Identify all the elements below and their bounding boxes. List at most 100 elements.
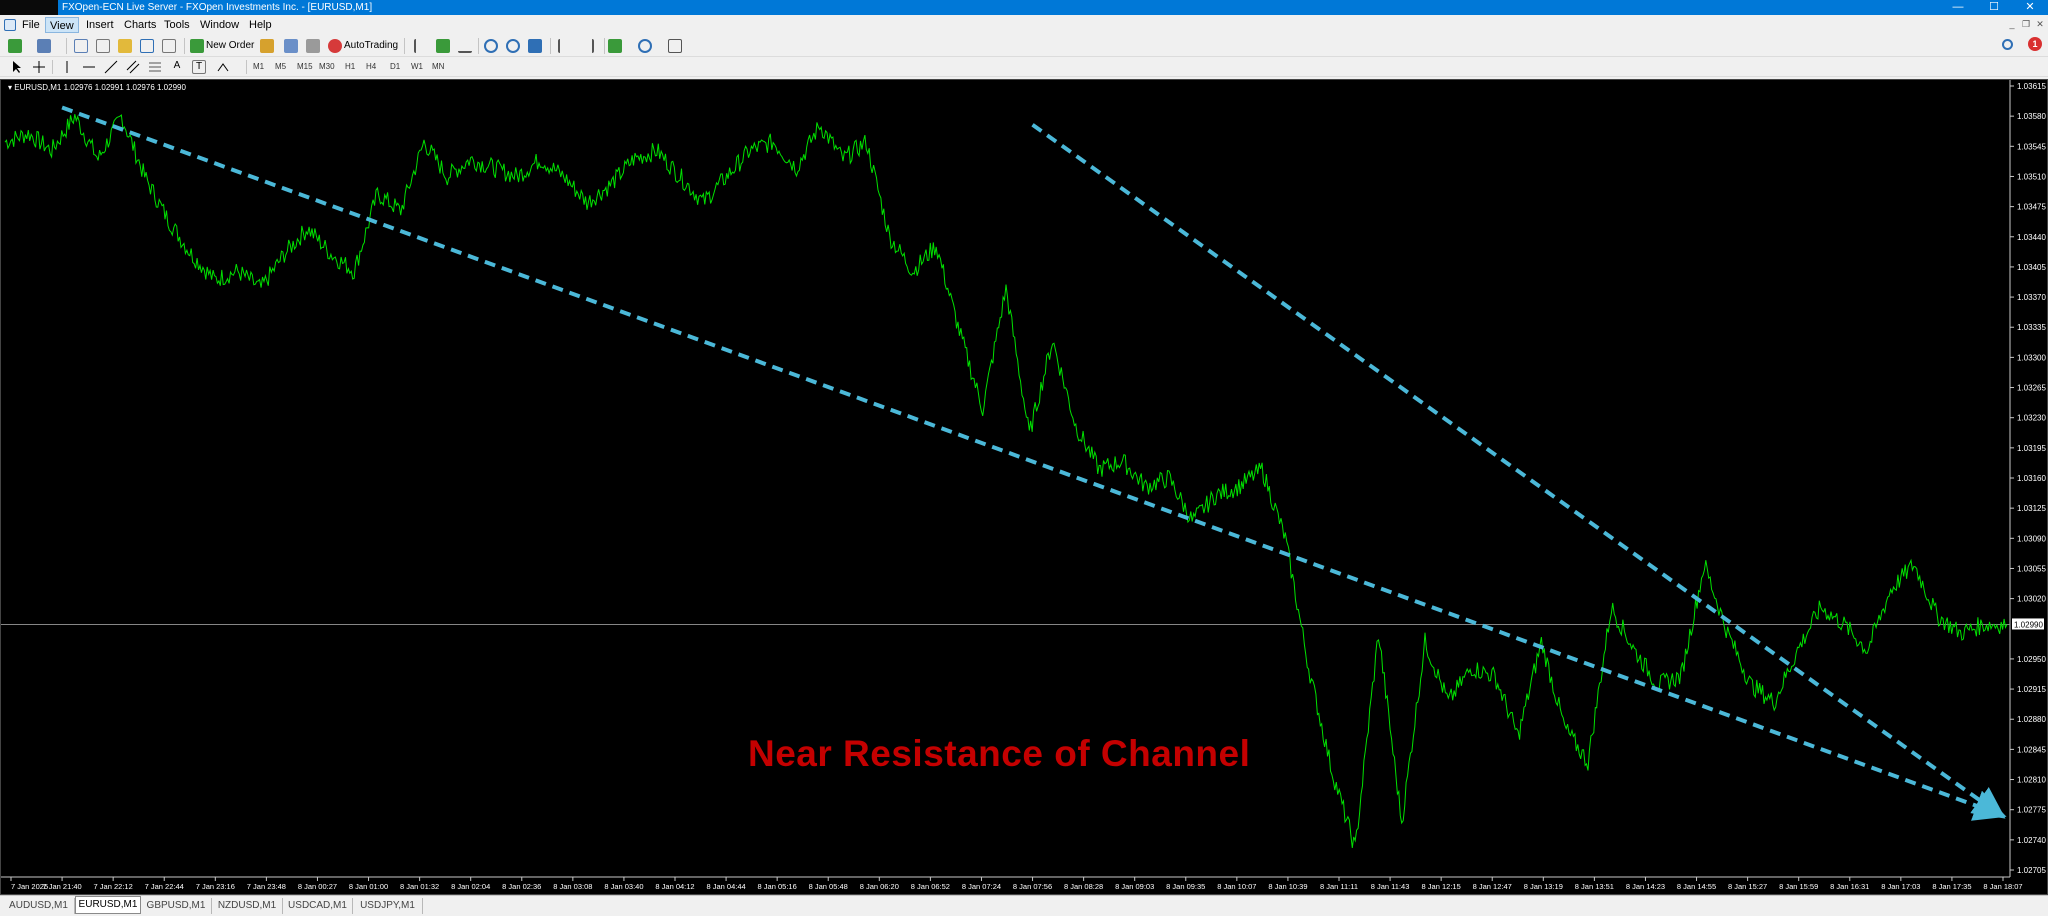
standard-toolbar: New Order AutoTrading 1 — [0, 35, 2048, 57]
x-tick-label: 8 Jan 14:23 — [1626, 882, 1665, 891]
candlesticks-icon[interactable] — [436, 39, 450, 53]
autoscroll-icon[interactable] — [580, 39, 594, 53]
y-tick-label: 1.02705 — [2017, 866, 2046, 875]
x-tick-label: 8 Jan 01:32 — [400, 882, 439, 891]
x-tick-label: 7 Jan 23:16 — [196, 882, 235, 891]
timeframe-d1[interactable]: D1 — [390, 60, 400, 74]
menu-help[interactable]: Help — [245, 17, 276, 33]
navigator-icon[interactable] — [118, 39, 132, 53]
vertical-line-icon[interactable] — [60, 60, 74, 74]
maximize-button[interactable]: ☐ — [1976, 0, 2012, 15]
y-tick-label: 1.02950 — [2017, 655, 2046, 664]
tab-gbpusd[interactable]: GBPUSD,M1 — [141, 898, 212, 914]
crosshair-icon[interactable] — [32, 60, 46, 74]
toolbar-separator — [604, 38, 605, 54]
autotrading-button[interactable]: AutoTrading — [344, 39, 398, 53]
metaeditor-icon[interactable] — [260, 39, 274, 53]
line-chart-icon[interactable] — [458, 39, 472, 53]
x-tick-label: 7 Jan 21:40 — [42, 882, 81, 891]
y-tick-label: 1.03370 — [2017, 293, 2046, 302]
timeframe-m1[interactable]: M1 — [253, 60, 264, 74]
new-order-icon[interactable] — [190, 39, 204, 53]
mdi-minimize-icon[interactable]: _ — [2006, 18, 2018, 30]
x-tick-label: 8 Jan 17:03 — [1881, 882, 1920, 891]
timeframe-m15[interactable]: M15 — [297, 60, 313, 74]
periods-icon[interactable] — [638, 39, 652, 53]
data-window-icon[interactable] — [96, 39, 110, 53]
mdi-close-icon[interactable]: ✕ — [2034, 18, 2046, 30]
x-tick-label: 8 Jan 04:44 — [706, 882, 745, 891]
templates-icon[interactable] — [668, 39, 682, 53]
terminal-icon[interactable] — [140, 39, 154, 53]
y-tick-label: 1.03615 — [2017, 82, 2046, 91]
tab-audusd[interactable]: AUDUSD,M1 — [3, 898, 75, 914]
menu-file[interactable]: File — [18, 17, 44, 33]
market-watch-icon[interactable] — [74, 39, 88, 53]
menu-insert[interactable]: Insert — [82, 17, 118, 33]
timeframe-mn[interactable]: MN — [432, 60, 444, 74]
new-order-button[interactable]: New Order — [206, 39, 254, 53]
strategy-tester-icon[interactable] — [162, 39, 176, 53]
text-icon[interactable]: A — [170, 60, 184, 74]
timeframe-w1[interactable]: W1 — [411, 60, 423, 74]
bar-chart-icon[interactable] — [414, 39, 428, 53]
x-tick-label: 8 Jan 15:27 — [1728, 882, 1767, 891]
chart-shift-icon[interactable] — [558, 39, 572, 53]
zoom-out-icon[interactable] — [506, 39, 520, 53]
tile-windows-icon[interactable] — [528, 39, 542, 53]
notifications-badge[interactable]: 1 — [2028, 37, 2042, 51]
y-tick-label: 1.03230 — [2017, 414, 2046, 423]
x-tick-label: 8 Jan 03:08 — [553, 882, 592, 891]
indicators-icon[interactable] — [608, 39, 622, 53]
tab-nzdusd[interactable]: NZDUSD,M1 — [212, 898, 283, 914]
new-chart-icon[interactable] — [8, 39, 22, 53]
timeframe-m30[interactable]: M30 — [319, 60, 335, 74]
menu-tools[interactable]: Tools — [160, 17, 194, 33]
zoom-in-icon[interactable] — [484, 39, 498, 53]
timeframe-m5[interactable]: M5 — [275, 60, 286, 74]
chart-tabs: AUDUSD,M1 EURUSD,M1 GBPUSD,M1 NZDUSD,M1 … — [0, 895, 2048, 916]
x-tick-label: 8 Jan 15:59 — [1779, 882, 1818, 891]
channel-icon[interactable] — [126, 60, 140, 74]
y-tick-label: 1.03195 — [2017, 444, 2046, 453]
x-tick-label: 8 Jan 01:00 — [349, 882, 388, 891]
menu-view[interactable]: View — [45, 17, 79, 33]
timeframe-h1[interactable]: H1 — [345, 60, 355, 74]
close-button[interactable]: ✕ — [2012, 0, 2048, 15]
y-tick-label: 1.03440 — [2017, 233, 2046, 242]
chart-annotation-text: Near Resistance of Channel — [748, 733, 1251, 774]
current-price-label: 1.02990 — [2014, 620, 2043, 629]
autotrading-icon[interactable] — [328, 39, 342, 53]
menu-charts[interactable]: Charts — [120, 17, 160, 33]
y-tick-label: 1.03160 — [2017, 474, 2046, 483]
chart-window-icon[interactable] — [4, 19, 16, 31]
toolbar-separator — [52, 60, 53, 74]
minimize-button[interactable]: — — [1940, 0, 1976, 15]
trendline-icon[interactable] — [104, 60, 118, 74]
title-bar: FXOpen-ECN Live Server - FXOpen Investme… — [0, 0, 2048, 15]
toolbar-separator — [66, 38, 67, 54]
mdi-restore-icon[interactable]: ❐ — [2020, 18, 2032, 30]
y-tick-label: 1.02775 — [2017, 806, 2046, 815]
search-icon[interactable] — [2002, 39, 2013, 50]
market-icon[interactable] — [306, 39, 320, 53]
arrows-icon[interactable] — [216, 60, 230, 74]
x-tick-label: 8 Jan 00:27 — [298, 882, 337, 891]
fibonacci-icon[interactable] — [148, 60, 162, 74]
tab-usdcad[interactable]: USDCAD,M1 — [283, 898, 353, 914]
x-tick-label: 8 Jan 12:15 — [1422, 882, 1461, 891]
timeframe-h4[interactable]: H4 — [366, 60, 376, 74]
y-tick-label: 1.03090 — [2017, 534, 2046, 543]
y-tick-label: 1.02845 — [2017, 745, 2046, 754]
x-tick-label: 8 Jan 03:40 — [604, 882, 643, 891]
tab-usdjpy[interactable]: USDJPY,M1 — [353, 898, 423, 914]
x-tick-label: 8 Jan 18:07 — [1983, 882, 2022, 891]
cursor-icon[interactable] — [10, 60, 24, 74]
tab-eurusd[interactable]: EURUSD,M1 — [75, 896, 141, 914]
menu-window[interactable]: Window — [196, 17, 243, 33]
signals-icon[interactable] — [284, 39, 298, 53]
horizontal-line-icon[interactable] — [82, 60, 96, 74]
profiles-icon[interactable] — [37, 39, 51, 53]
chart-window[interactable]: 1.03615 1.03580 1.03545 1.03510 1.03475 1.034… — [0, 79, 2048, 895]
text-label-icon[interactable]: T — [192, 60, 206, 74]
